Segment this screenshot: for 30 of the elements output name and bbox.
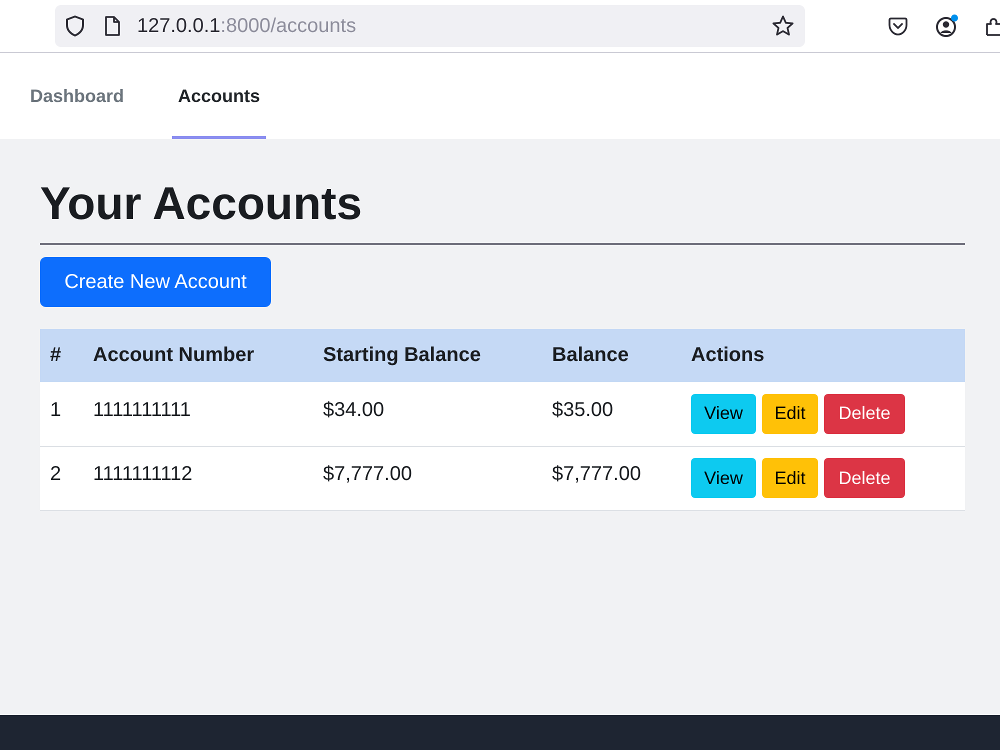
- star-icon[interactable]: [772, 15, 794, 37]
- table-cell: 1111111112: [83, 446, 313, 510]
- table-cell: 2: [40, 446, 83, 510]
- table-cell: $7,777.00: [542, 446, 681, 510]
- edit-button[interactable]: Edit: [762, 458, 818, 498]
- view-button[interactable]: View: [691, 394, 756, 434]
- create-account-button[interactable]: Create New Account: [40, 257, 271, 307]
- url-text[interactable]: 127.0.0.1:8000/accounts: [137, 14, 356, 38]
- column-header: Starting Balance: [313, 329, 542, 382]
- table-cell: $34.00: [313, 382, 542, 446]
- edit-button[interactable]: Edit: [762, 394, 818, 434]
- delete-button[interactable]: Delete: [824, 458, 905, 498]
- pocket-icon[interactable]: [888, 16, 908, 36]
- table-cell: 1: [40, 382, 83, 446]
- column-header: Balance: [542, 329, 681, 382]
- table-cell: $35.00: [542, 382, 681, 446]
- page-title: Your Accounts: [40, 176, 362, 231]
- nav-tab[interactable]: Dashboard: [24, 53, 130, 139]
- delete-button[interactable]: Delete: [824, 394, 905, 434]
- column-header: Actions: [681, 329, 965, 382]
- page-icon: [104, 16, 120, 36]
- column-header: #: [40, 329, 83, 382]
- column-header: Account Number: [83, 329, 313, 382]
- puzzle-icon[interactable]: [986, 15, 1000, 37]
- shield-icon[interactable]: [65, 15, 85, 37]
- address-bar[interactable]: 127.0.0.1:8000/accounts: [55, 5, 805, 47]
- table-cell: $7,777.00: [313, 446, 542, 510]
- account-icon[interactable]: [935, 14, 959, 38]
- view-button[interactable]: View: [691, 458, 756, 498]
- table-cell: 1111111111: [83, 382, 313, 446]
